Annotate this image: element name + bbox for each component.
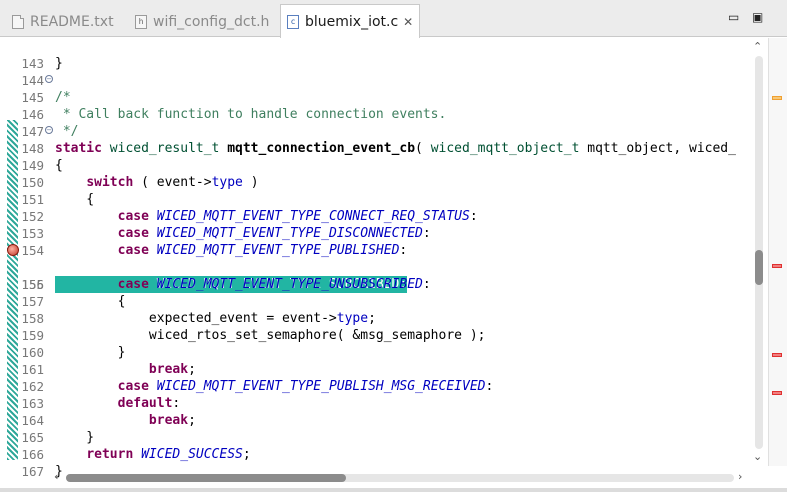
close-icon[interactable]: ✕ xyxy=(403,15,413,29)
code-line: 151 { xyxy=(21,192,95,207)
header-file-icon: h xyxy=(135,15,147,29)
code-line: 157 { xyxy=(21,294,126,309)
code-line: 161 break; xyxy=(21,362,196,377)
editor-tab-bar: README.txt h wifi_config_dct.h c bluemix… xyxy=(0,0,787,38)
code-line: 164 break; xyxy=(21,413,196,428)
code-line: 152 case WICED_MQTT_EVENT_TYPE_CONNECT_R… xyxy=(21,209,478,224)
code-line: 143} xyxy=(21,56,63,71)
warning-marker[interactable] xyxy=(772,96,782,100)
editor-bottom-border xyxy=(0,488,787,492)
tab-label: README.txt xyxy=(30,14,114,30)
error-marker[interactable] xyxy=(772,264,782,268)
tab-wifi-config[interactable]: h wifi_config_dct.h xyxy=(135,7,269,37)
code-line: 148− static wiced_result_t mqtt_connectio… xyxy=(21,126,736,156)
scroll-left-icon[interactable]: ‹ xyxy=(54,470,58,483)
code-line: 145−/* xyxy=(21,75,71,105)
breakpoint-icon[interactable] xyxy=(7,244,19,256)
scroll-right-icon[interactable]: › xyxy=(738,470,742,483)
maximize-icon[interactable]: ▣ xyxy=(752,10,763,24)
tab-label: wifi_config_dct.h xyxy=(153,14,270,30)
code-line: 163 default: xyxy=(21,396,181,411)
fold-collapse-icon[interactable]: − xyxy=(45,75,53,83)
vertical-scrollbar[interactable]: ⌃ ⌄ xyxy=(750,38,768,466)
code-line: 167} xyxy=(21,464,63,479)
text-file-icon xyxy=(12,15,24,29)
error-marker[interactable] xyxy=(772,353,782,357)
scroll-thumb[interactable] xyxy=(66,474,346,482)
tab-label: bluemix_iot.c xyxy=(305,13,399,30)
scroll-thumb[interactable] xyxy=(755,250,763,285)
code-line-highlighted: 155 case WICED_MQTT_EVENT_TYPE_SUBCRIBED… xyxy=(0,242,750,293)
code-line: 156 case WICED_MQTT_EVENT_TYPE_UNSUBSCRI… xyxy=(21,277,431,292)
code-line: 159 wiced_rtos_set_semaphore( &msg_semap… xyxy=(21,328,486,343)
code-line: 162 case WICED_MQTT_EVENT_TYPE_PUBLISH_M… xyxy=(21,379,494,394)
code-line: 150 switch ( event->type ) xyxy=(21,175,259,190)
code-editor[interactable]: 143} 144 145−/* 146 * Call back function… xyxy=(0,38,787,492)
c-file-icon: c xyxy=(287,14,299,29)
code-line: 158 expected_event = event->type; xyxy=(21,311,376,326)
code-line: 165 } xyxy=(21,430,95,445)
fold-collapse-icon[interactable]: − xyxy=(45,126,53,134)
tab-readme[interactable]: README.txt xyxy=(12,7,114,37)
tab-bluemix-iot[interactable]: c bluemix_iot.c ✕ xyxy=(280,4,421,38)
code-line: 147 */ xyxy=(21,124,79,139)
scroll-down-icon[interactable]: ⌄ xyxy=(753,450,762,463)
code-line: 149{ xyxy=(21,158,63,173)
error-marker[interactable] xyxy=(772,391,782,395)
code-line: 144 xyxy=(21,73,44,88)
minimize-icon[interactable]: ▭ xyxy=(728,10,739,24)
horizontal-scrollbar[interactable]: ‹ › xyxy=(50,470,750,486)
code-line: 146 * Call back function to handle conne… xyxy=(21,107,447,122)
code-line: 160 } xyxy=(21,345,126,360)
code-line: 166 return WICED_SUCCESS; xyxy=(21,447,251,462)
code-line: 153 case WICED_MQTT_EVENT_TYPE_DISCONNEC… xyxy=(21,226,431,241)
code-line: 154 case WICED_MQTT_EVENT_TYPE_PUBLISHED… xyxy=(21,243,408,258)
overview-ruler xyxy=(768,38,787,466)
scroll-up-icon[interactable]: ⌃ xyxy=(753,40,762,53)
